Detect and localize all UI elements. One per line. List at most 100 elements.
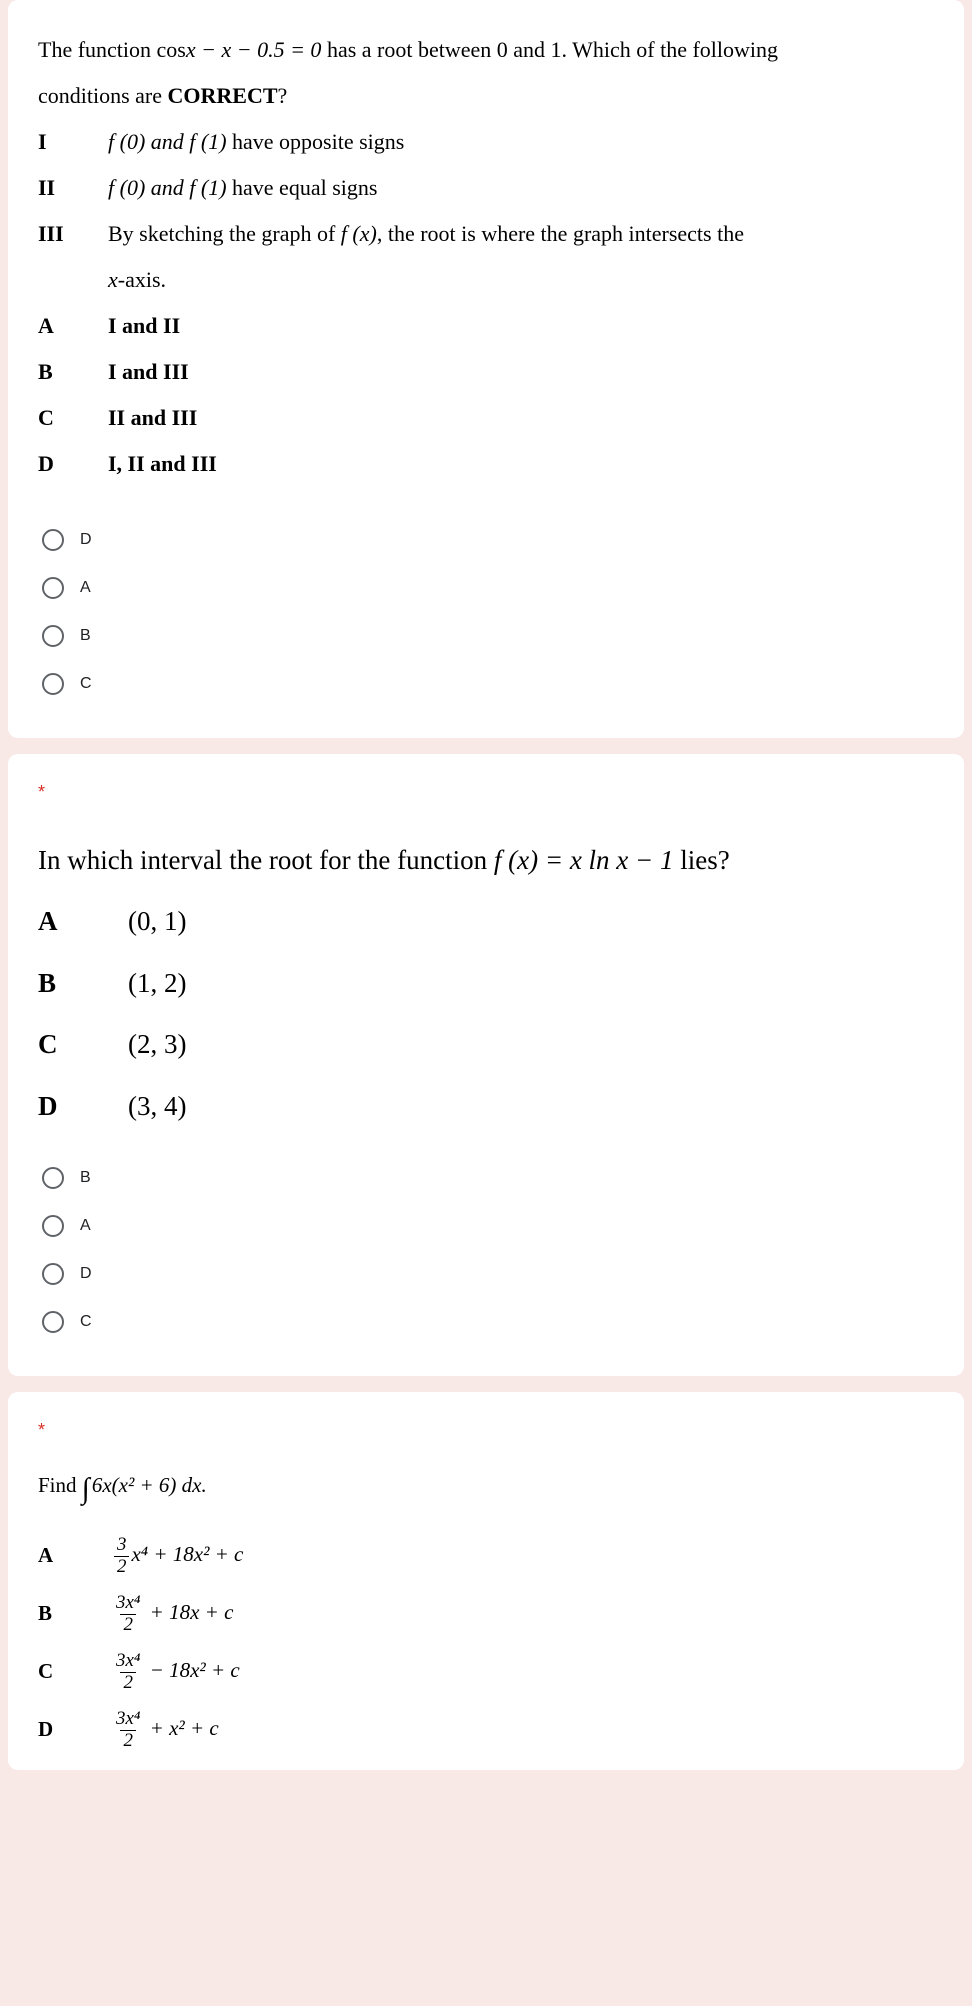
stem-text: conditions are bbox=[38, 83, 168, 108]
choice-label: B bbox=[38, 954, 128, 1013]
cond-text-part: have equal signs bbox=[227, 175, 378, 200]
stem-text: Find bbox=[38, 1473, 82, 1497]
stem-text: The function cos bbox=[38, 37, 186, 62]
choice-row: D 3x⁴2 + x² + c bbox=[38, 1702, 934, 1758]
choice-label: B bbox=[38, 350, 108, 394]
stem-line: The function cosx − x − 0.5 = 0 has a ro… bbox=[38, 28, 934, 72]
denominator: 2 bbox=[114, 1556, 129, 1578]
stem-text: lies? bbox=[674, 845, 730, 875]
fraction: 3x⁴2 bbox=[114, 1593, 142, 1636]
required-asterisk: * bbox=[38, 1420, 934, 1441]
radio-label: C bbox=[80, 1313, 92, 1331]
question-card-1: The function cosx − x − 0.5 = 0 has a ro… bbox=[8, 0, 964, 738]
condition-label: II bbox=[38, 166, 108, 210]
choice-label: A bbox=[38, 1541, 112, 1570]
fraction: 3x⁴2 bbox=[114, 1709, 142, 1752]
fraction: 3x⁴2 bbox=[114, 1651, 142, 1694]
choice-row: D I, II and III bbox=[38, 442, 934, 486]
choice-text: II and III bbox=[108, 396, 934, 440]
expr-rest: + 18x + c bbox=[144, 1600, 233, 1624]
condition-text: x-axis. bbox=[108, 258, 934, 302]
question-2-body: In which interval the root for the funct… bbox=[38, 831, 934, 1136]
condition-label: I bbox=[38, 120, 108, 164]
radio-group-q1: D A B C bbox=[38, 516, 934, 708]
condition-label-empty bbox=[38, 258, 108, 302]
choice-row: C 3x⁴2 − 18x² + c bbox=[38, 1644, 934, 1700]
question-card-2: * In which interval the root for the fun… bbox=[8, 754, 964, 1376]
stem-line: In which interval the root for the funct… bbox=[38, 831, 934, 890]
radio-option[interactable]: A bbox=[38, 564, 934, 612]
stem-bold: CORRECT bbox=[168, 83, 278, 108]
choice-text: 3x⁴2 − 18x² + c bbox=[112, 1651, 934, 1694]
choice-row: B (1, 2) bbox=[38, 954, 934, 1013]
choice-text: I and III bbox=[108, 350, 934, 394]
choice-label: C bbox=[38, 396, 108, 440]
choice-bold: II and III bbox=[108, 405, 197, 430]
condition-label: III bbox=[38, 212, 108, 256]
choice-text: (0, 1) bbox=[128, 892, 934, 951]
choice-row: A (0, 1) bbox=[38, 892, 934, 951]
condition-row: II f (0) and f (1) have equal signs bbox=[38, 166, 934, 210]
integral-icon: ∫ bbox=[82, 1473, 90, 1505]
radio-label: B bbox=[80, 627, 91, 645]
stem-q: ? bbox=[278, 83, 288, 108]
math-expr: f (x) bbox=[341, 221, 377, 246]
radio-option[interactable]: C bbox=[38, 1298, 934, 1346]
choice-row: A I and II bbox=[38, 304, 934, 348]
denominator: 2 bbox=[120, 1614, 135, 1636]
numerator: 3x⁴ bbox=[114, 1651, 142, 1672]
denominator: 2 bbox=[120, 1730, 135, 1752]
question-card-3: * Find ∫6x(x² + 6) dx. A 32x⁴ + 18x² + c… bbox=[8, 1392, 964, 1770]
expr-rest: x⁴ + 18x² + c bbox=[131, 1542, 243, 1566]
numerator: 3x⁴ bbox=[114, 1709, 142, 1730]
choice-text: I and II bbox=[108, 304, 934, 348]
radio-option[interactable]: A bbox=[38, 1202, 934, 1250]
radio-icon bbox=[42, 529, 64, 551]
math-expr: f (0) and f (1) bbox=[108, 129, 227, 154]
cond-text-part: By sketching the graph of bbox=[108, 221, 341, 246]
stem-text: In which interval the root for the funct… bbox=[38, 845, 494, 875]
radio-option[interactable]: D bbox=[38, 516, 934, 564]
condition-row-cont: x-axis. bbox=[38, 258, 934, 302]
choice-label: D bbox=[38, 1715, 112, 1744]
choice-label: C bbox=[38, 1657, 112, 1686]
radio-icon bbox=[42, 673, 64, 695]
condition-row: I f (0) and f (1) have opposite signs bbox=[38, 120, 934, 164]
radio-icon bbox=[42, 577, 64, 599]
expr-rest: + x² + c bbox=[144, 1716, 218, 1740]
radio-label: D bbox=[80, 531, 92, 549]
condition-text: By sketching the graph of f (x), the roo… bbox=[108, 212, 934, 256]
radio-icon bbox=[42, 1263, 64, 1285]
choice-bold: I and III bbox=[108, 359, 189, 384]
choice-label: A bbox=[38, 892, 128, 951]
fraction: 32 bbox=[114, 1535, 129, 1578]
equation: x − x − 0.5 = 0 bbox=[186, 37, 322, 62]
denominator: 2 bbox=[120, 1672, 135, 1694]
choice-text: 3x⁴2 + 18x + c bbox=[112, 1593, 934, 1636]
question-1-body: The function cosx − x − 0.5 = 0 has a ro… bbox=[38, 28, 934, 486]
choice-text: I, II and III bbox=[108, 442, 934, 486]
condition-text: f (0) and f (1) have equal signs bbox=[108, 166, 934, 210]
radio-icon bbox=[42, 625, 64, 647]
condition-text: f (0) and f (1) have opposite signs bbox=[108, 120, 934, 164]
choice-label: D bbox=[38, 442, 108, 486]
choice-label: C bbox=[38, 1015, 128, 1074]
choice-text: 32x⁴ + 18x² + c bbox=[112, 1535, 934, 1578]
stem-line: conditions are CORRECT? bbox=[38, 74, 934, 118]
choice-row: C II and III bbox=[38, 396, 934, 440]
numerator: 3x⁴ bbox=[114, 1593, 142, 1614]
choice-text: 3x⁴2 + x² + c bbox=[112, 1709, 934, 1752]
radio-option[interactable]: D bbox=[38, 1250, 934, 1298]
choice-label: B bbox=[38, 1599, 112, 1628]
choice-bold: I, II and III bbox=[108, 451, 217, 476]
choice-row: A 32x⁴ + 18x² + c bbox=[38, 1528, 934, 1584]
integrand: 6x(x² + 6) dx. bbox=[92, 1473, 207, 1497]
radio-option[interactable]: C bbox=[38, 660, 934, 708]
choice-label: A bbox=[38, 304, 108, 348]
radio-option[interactable]: B bbox=[38, 612, 934, 660]
radio-option[interactable]: B bbox=[38, 1154, 934, 1202]
radio-label: C bbox=[80, 675, 92, 693]
choice-row: B 3x⁴2 + 18x + c bbox=[38, 1586, 934, 1642]
expr-rest: − 18x² + c bbox=[144, 1658, 239, 1682]
radio-icon bbox=[42, 1311, 64, 1333]
